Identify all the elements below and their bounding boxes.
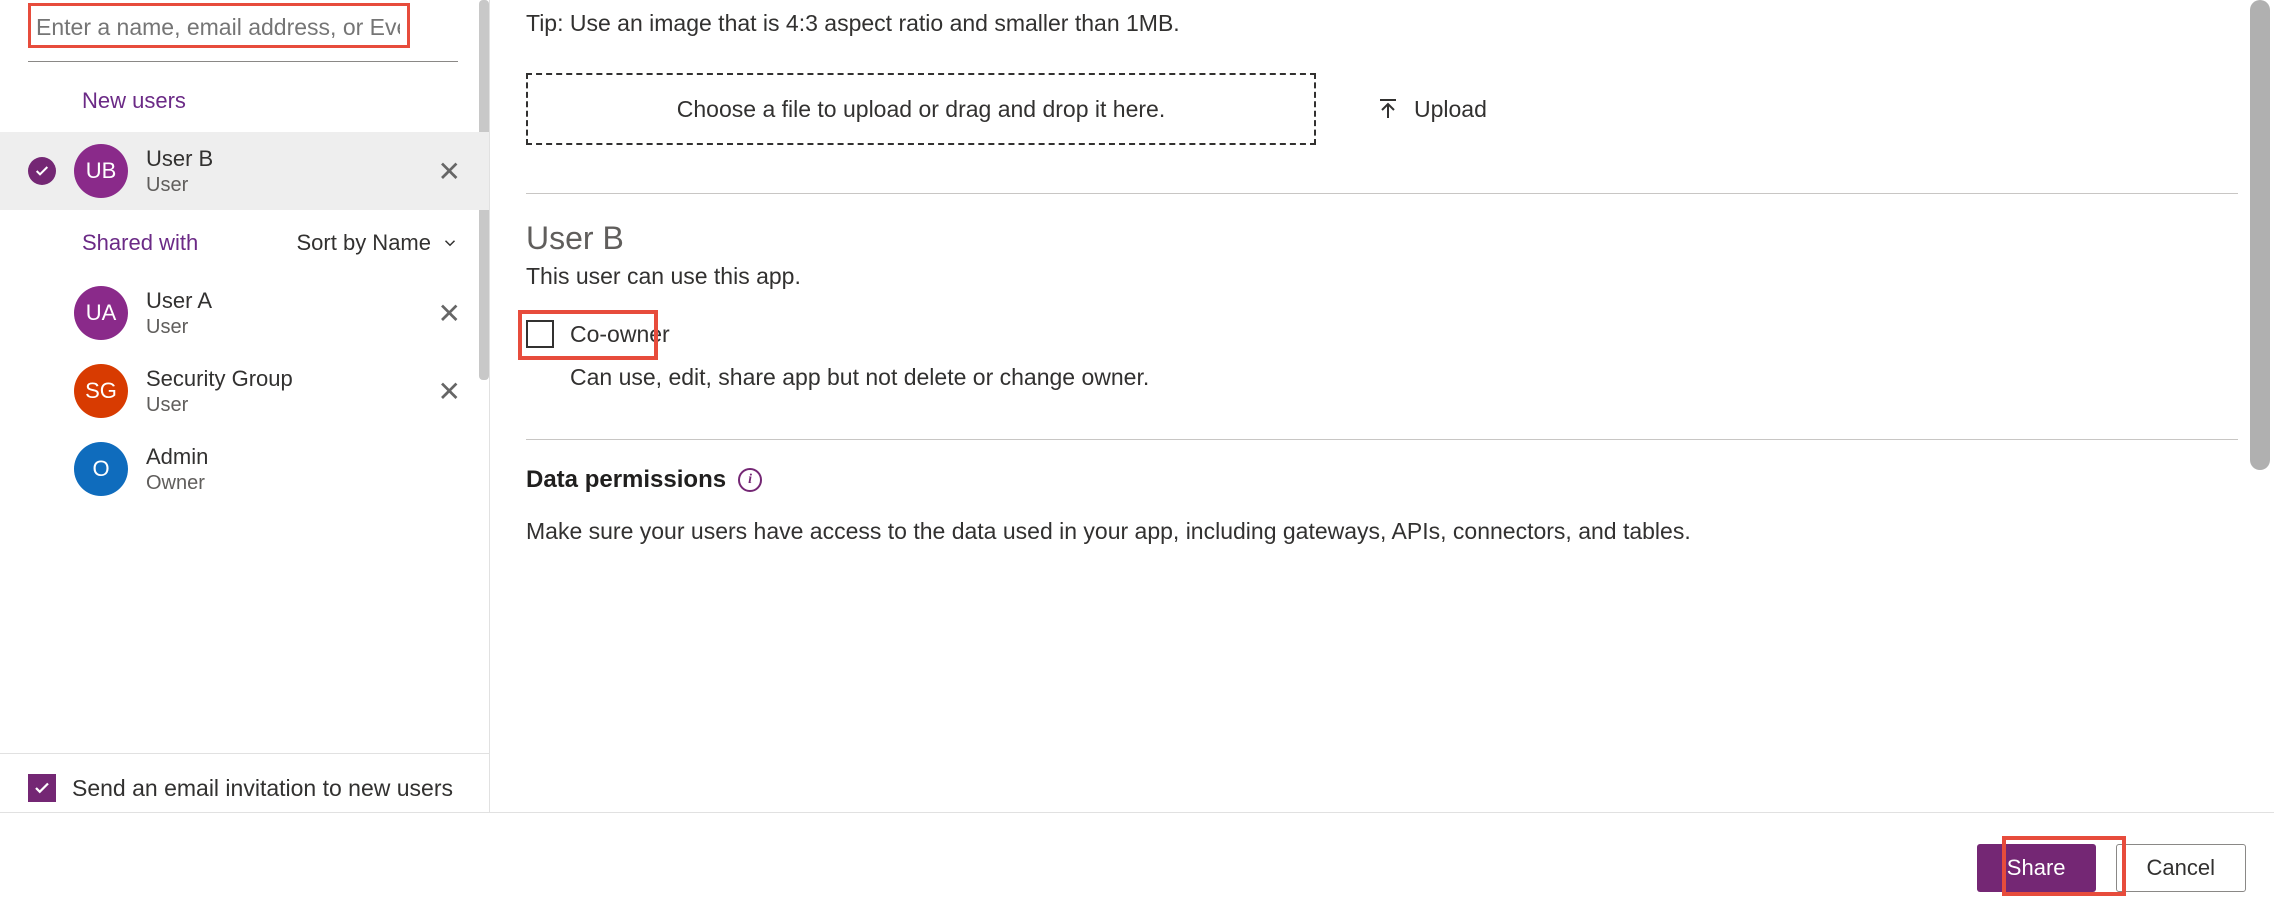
avatar: SG [74, 364, 128, 418]
scrollbar-right[interactable] [2250, 0, 2270, 470]
user-role: User [146, 174, 410, 197]
coowner-label: Co-owner [570, 321, 670, 348]
user-name: User B [146, 146, 410, 172]
section-shared-with: Shared with [82, 230, 198, 256]
info-icon[interactable]: i [738, 468, 762, 492]
upload-button[interactable]: Upload [1376, 96, 1487, 123]
cancel-button[interactable]: Cancel [2116, 844, 2246, 892]
detail-user-desc: This user can use this app. [526, 263, 2238, 290]
data-permissions-heading: Data permissions [526, 466, 726, 494]
upload-icon [1376, 97, 1400, 121]
detail-user-name: User B [526, 220, 2238, 257]
email-invite-checkbox[interactable] [28, 774, 56, 802]
divider [526, 439, 2238, 440]
avatar: UB [74, 144, 128, 198]
check-icon [33, 779, 51, 797]
user-row[interactable]: O AdminOwner [0, 430, 489, 508]
data-permissions-desc: Make sure your users have access to the … [526, 518, 2238, 545]
user-row[interactable]: UA User AUser ✕ [0, 274, 489, 352]
upload-dropzone[interactable]: Choose a file to upload or drag and drop… [526, 73, 1316, 145]
user-name: Admin [146, 444, 413, 470]
remove-user-button[interactable]: ✕ [428, 371, 471, 412]
share-button[interactable]: Share [1977, 844, 2096, 892]
coowner-desc: Can use, edit, share app but not delete … [570, 364, 2238, 391]
upload-label: Upload [1414, 96, 1487, 123]
footer: Share Cancel [0, 812, 2274, 922]
selected-check-icon [28, 157, 56, 185]
user-role: User [146, 316, 410, 339]
divider [526, 193, 2238, 194]
sort-by-label: Sort by Name [297, 230, 432, 256]
user-row[interactable]: UB User BUser ✕ [0, 132, 489, 210]
search-input[interactable] [28, 4, 408, 51]
user-row[interactable]: SG Security GroupUser ✕ [0, 352, 489, 430]
remove-user-button[interactable]: ✕ [428, 293, 471, 334]
user-role: Owner [146, 472, 413, 495]
remove-user-button[interactable]: ✕ [428, 151, 471, 192]
avatar: UA [74, 286, 128, 340]
user-name: Security Group [146, 366, 410, 392]
section-new-users: New users [0, 62, 489, 132]
user-role: User [146, 394, 410, 417]
email-invite-label: Send an email invitation to new users [72, 775, 453, 802]
sort-by-dropdown[interactable]: Sort by Name [297, 230, 460, 256]
tip-text: Tip: Use an image that is 4:3 aspect rat… [526, 10, 2238, 37]
coowner-checkbox[interactable] [526, 320, 554, 348]
right-panel: Tip: Use an image that is 4:3 aspect rat… [490, 0, 2274, 922]
chevron-down-icon [441, 234, 459, 252]
user-name: User A [146, 288, 410, 314]
left-panel: New users UBUser BUser✕ Shared with Sort… [0, 0, 490, 922]
avatar: O [74, 442, 128, 496]
